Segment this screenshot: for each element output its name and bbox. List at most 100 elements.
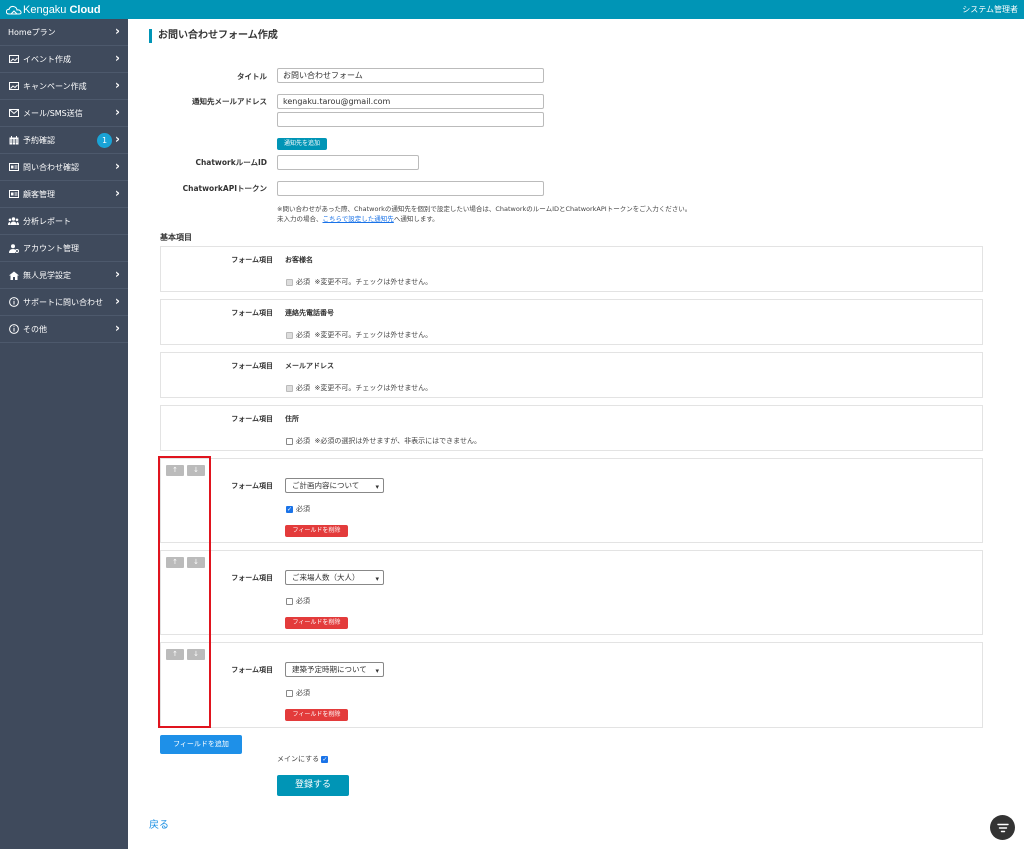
- required-label: 必須: [296, 331, 310, 339]
- sidebar-item-other[interactable]: その他 ›: [0, 316, 128, 343]
- chevron-right-icon: ›: [115, 159, 120, 173]
- sidebar-item-label: アカウント管理: [23, 243, 79, 253]
- chevron-down-icon: ▾: [375, 483, 379, 491]
- required-row[interactable]: 必須 ※必須の選択は外せますが、非表示にはできません。: [286, 436, 481, 446]
- form-field-label: フォーム項目: [231, 362, 273, 370]
- required-label: 必須: [296, 505, 310, 513]
- notification-settings-link[interactable]: こちらで設定した通知先: [323, 215, 394, 223]
- field-type-select[interactable]: ご来場人数（大人） ▾: [285, 570, 384, 585]
- fixed-field-panel: フォーム項目 住所 必須 ※必須の選択は外せますが、非表示にはできません。: [160, 405, 983, 451]
- top-bar: Kengaku Cloud システム管理者: [0, 0, 1024, 19]
- main-checkbox-row[interactable]: メインにする ✓: [277, 754, 331, 764]
- sidebar-item-inquiries[interactable]: 問い合わせ確認 ›: [0, 154, 128, 181]
- chevron-right-icon: ›: [115, 78, 120, 92]
- chatwork-note: ※問い合わせがあった際、Chatworkの通知先を個別で設定したい場合は、Cha…: [277, 205, 692, 213]
- user-menu[interactable]: システム管理者: [962, 4, 1018, 15]
- sidebar-item-label: メール/SMS送信: [23, 108, 83, 118]
- required-checkbox[interactable]: [286, 597, 293, 605]
- delete-field-button[interactable]: フィールドを削除: [285, 525, 348, 537]
- select-value: ご計画内容について: [292, 481, 360, 490]
- sidebar-item-label: 予約確認: [23, 135, 55, 145]
- chevron-right-icon: ›: [115, 321, 120, 335]
- image-icon: [8, 81, 19, 91]
- id-card-icon: [8, 189, 19, 199]
- main-content: お問い合わせフォーム作成 タイトル お問い合わせフォーム 通知先メールアドレス …: [128, 19, 1024, 849]
- required-checkbox[interactable]: [286, 437, 293, 445]
- brand-name-a: Kengaku: [23, 3, 67, 16]
- basic-section-title: 基本項目: [160, 233, 192, 242]
- required-checkbox: [286, 331, 293, 339]
- sidebar-item-label: Homeプラン: [8, 27, 56, 37]
- custom-field-panel: ↑ ↓ フォーム項目 ご計画内容について ▾ ✓ 必須 フィールドを削除: [160, 458, 983, 543]
- info-icon: [8, 324, 19, 334]
- email-input-2[interactable]: [277, 112, 544, 127]
- sidebar-item-label: サポートに問い合わせ: [23, 297, 103, 307]
- sidebar-item-reservations[interactable]: 予約確認 1 ›: [0, 127, 128, 154]
- chatwork-note-2: 未入力の場合、こちらで設定した通知先へ通知します。: [277, 213, 439, 223]
- form-field-label: フォーム項目: [231, 256, 273, 264]
- filter-lines-icon: [996, 823, 1009, 832]
- info-icon: [8, 297, 19, 307]
- required-row: 必須 ※変更不可。チェックは外せません。: [286, 330, 432, 340]
- fixed-field-panel: フォーム項目 メールアドレス 必須 ※変更不可。チェックは外せません。: [160, 352, 983, 398]
- sidebar-item-label: 無人見学設定: [23, 270, 71, 280]
- filter-menu-button[interactable]: [990, 815, 1015, 840]
- main-checkbox-checked[interactable]: ✓: [321, 755, 329, 763]
- title-input[interactable]: お問い合わせフォーム: [277, 68, 544, 83]
- delete-field-button[interactable]: フィールドを削除: [285, 617, 348, 629]
- form-field-name: お客様名: [285, 256, 313, 264]
- home-icon: [8, 270, 19, 280]
- highlight-box: [158, 456, 211, 728]
- form-field-name: 連絡先電話番号: [285, 309, 334, 317]
- required-row[interactable]: 必須: [286, 596, 310, 606]
- back-link[interactable]: 戻る: [149, 816, 169, 831]
- sidebar-item-account[interactable]: アカウント管理: [0, 235, 128, 262]
- sidebar-item-customers[interactable]: 顧客管理 ›: [0, 181, 128, 208]
- form-field-name: 住所: [285, 415, 299, 423]
- field-type-select[interactable]: 建築予定時期について ▾: [285, 662, 384, 677]
- chevron-down-icon: ▾: [375, 575, 379, 583]
- user-gear-icon: [8, 243, 19, 253]
- required-label: 必須: [296, 437, 310, 445]
- sidebar-item-campaign[interactable]: キャンペーン作成 ›: [0, 73, 128, 100]
- field-type-select[interactable]: ご計画内容について ▾: [285, 478, 384, 493]
- chevron-right-icon: ›: [115, 105, 120, 119]
- field-note: ※変更不可。チェックは外せません。: [314, 331, 433, 339]
- chatwork-token-input[interactable]: [277, 181, 544, 196]
- chevron-right-icon: ›: [115, 267, 120, 281]
- form-field-label: フォーム項目: [231, 309, 273, 317]
- email-label: 通知先メールアドレス: [192, 97, 267, 106]
- sidebar-item-home-plan[interactable]: Homeプラン ›: [0, 19, 128, 46]
- required-row[interactable]: 必須: [286, 688, 310, 698]
- sidebar-item-unmanned-tour[interactable]: 無人見学設定 ›: [0, 262, 128, 289]
- brand-logo[interactable]: Kengaku Cloud: [6, 2, 101, 17]
- required-row: 必須 ※変更不可。チェックは外せません。: [286, 277, 432, 287]
- sidebar-item-reports[interactable]: 分析レポート: [0, 208, 128, 235]
- sidebar-item-label: その他: [23, 324, 47, 334]
- chevron-right-icon: ›: [115, 24, 120, 38]
- note-text: へ通知します。: [393, 215, 439, 223]
- sidebar-item-event[interactable]: イベント作成 ›: [0, 46, 128, 73]
- sidebar-item-support[interactable]: サポートに問い合わせ ›: [0, 289, 128, 316]
- brand-name-b: Cloud: [69, 3, 101, 16]
- submit-button[interactable]: 登録する: [277, 775, 349, 796]
- field-note: ※変更不可。チェックは外せません。: [314, 384, 433, 392]
- chevron-right-icon: ›: [115, 132, 120, 146]
- required-row[interactable]: ✓ 必須: [286, 504, 310, 514]
- add-field-button[interactable]: フィールドを追加: [160, 735, 242, 754]
- chatwork-token-label: ChatworkAPIトークン: [182, 184, 267, 193]
- required-checkbox-checked[interactable]: ✓: [286, 505, 293, 513]
- sidebar-item-mail-sms[interactable]: メール/SMS送信 ›: [0, 100, 128, 127]
- email-input-1[interactable]: kengaku.tarou@gmail.com: [277, 94, 544, 109]
- id-card-icon: [8, 162, 19, 172]
- required-label: 必須: [296, 384, 310, 392]
- required-checkbox[interactable]: [286, 689, 293, 697]
- add-email-button[interactable]: 通知先を追加: [277, 138, 327, 150]
- chatwork-room-input[interactable]: [277, 155, 419, 170]
- image-icon: [8, 54, 19, 64]
- delete-field-button[interactable]: フィールドを削除: [285, 709, 348, 721]
- sidebar-item-label: 分析レポート: [23, 216, 71, 226]
- required-label: 必須: [296, 597, 310, 605]
- page-title: お問い合わせフォーム作成: [149, 29, 278, 43]
- chevron-right-icon: ›: [115, 186, 120, 200]
